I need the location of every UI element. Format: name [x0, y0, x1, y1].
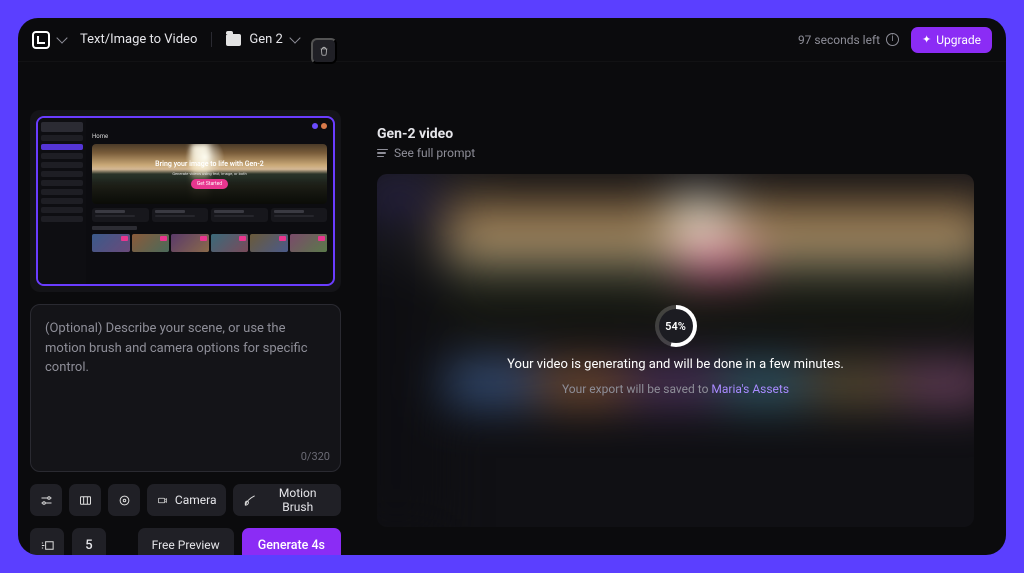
progress-spinner: 54%	[655, 305, 697, 347]
generating-message: Your video is generating and will be don…	[507, 357, 844, 372]
brush-icon	[243, 493, 257, 508]
app-shell: Text/Image to Video Gen 2 97 seconds lef…	[18, 18, 1006, 555]
tool-row: Camera Motion Brush	[30, 484, 341, 516]
motion-value[interactable]: 5	[72, 528, 106, 555]
free-preview-button[interactable]: Free Preview	[138, 528, 234, 555]
project-selector[interactable]: Gen 2	[211, 32, 298, 47]
seed-button[interactable]	[108, 484, 140, 516]
trash-icon	[319, 44, 329, 58]
topbar-right: 97 seconds left i ✦ Upgrade	[798, 27, 992, 53]
upgrade-button[interactable]: ✦ Upgrade	[911, 27, 992, 53]
content-title: Gen-2 video	[377, 126, 974, 142]
bottom-row: 5 Free Preview Generate 4s	[30, 528, 341, 555]
chevron-down-icon	[56, 32, 67, 43]
chevron-down-icon	[289, 32, 300, 43]
prompt-placeholder: (Optional) Describe your scene, or use t…	[45, 321, 308, 375]
mode-label: Text/Image to Video	[80, 32, 197, 47]
progress-percent: 54%	[665, 320, 686, 333]
save-target-link[interactable]: Maria's Assets	[711, 382, 789, 396]
save-message: Your export will be saved to Maria's Ass…	[562, 382, 789, 396]
list-icon	[377, 149, 388, 158]
camera-button[interactable]: Camera	[147, 484, 226, 516]
video-stage: Home Get Started	[377, 174, 974, 527]
topbar: Text/Image to Video Gen 2 97 seconds lef…	[18, 18, 1006, 62]
motion-amount-button[interactable]	[30, 528, 64, 555]
logo-group[interactable]	[32, 31, 66, 49]
input-image[interactable]: Home Bring your image to life with Gen-2…	[36, 116, 335, 286]
sidebar: Home Bring your image to life with Gen-2…	[18, 62, 353, 555]
frame-icon	[78, 493, 93, 508]
sparkle-icon: ✦	[922, 33, 931, 46]
info-icon: i	[886, 33, 899, 46]
camera-icon	[157, 493, 168, 508]
mode-selector[interactable]: Text/Image to Video	[80, 32, 197, 47]
project-name: Gen 2	[249, 32, 282, 47]
seconds-left[interactable]: 97 seconds left i	[798, 33, 899, 47]
settings-button[interactable]	[30, 484, 62, 516]
generate-button[interactable]: Generate 4s	[242, 528, 341, 555]
main: Home Bring your image to life with Gen-2…	[18, 62, 1006, 555]
content-header: Gen-2 video See full prompt	[377, 126, 974, 160]
folder-icon	[226, 34, 241, 46]
runway-logo-icon	[32, 31, 50, 49]
input-image-card: Home Bring your image to life with Gen-2…	[30, 74, 341, 292]
motion-brush-button[interactable]: Motion Brush	[233, 484, 341, 516]
content: Gen-2 video See full prompt	[353, 62, 1006, 555]
progress-overlay: 54% Your video is generating and will be…	[377, 174, 974, 527]
seed-icon	[117, 493, 132, 508]
char-count: 0/320	[301, 449, 330, 466]
see-full-prompt-link[interactable]: See full prompt	[377, 146, 974, 160]
prompt-input[interactable]: (Optional) Describe your scene, or use t…	[30, 304, 341, 472]
motion-icon	[40, 538, 55, 553]
thumbnail-preview: Home Bring your image to life with Gen-2…	[38, 118, 333, 284]
aspect-ratio-button[interactable]	[69, 484, 101, 516]
sliders-icon	[39, 493, 54, 508]
delete-image-button[interactable]	[311, 38, 337, 64]
